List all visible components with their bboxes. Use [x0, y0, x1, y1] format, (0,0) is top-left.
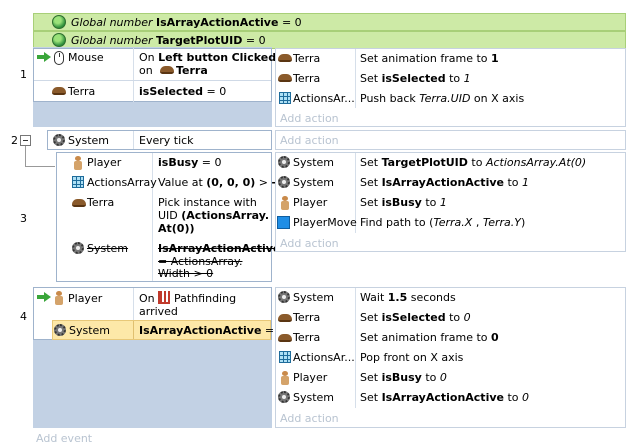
global-name: IsArrayActionActive — [156, 16, 279, 29]
terra-icon — [160, 66, 174, 74]
action-terra-set-frame-0[interactable]: Terra Set animation frame to 0 — [276, 328, 626, 348]
action-actionsarray-push-back[interactable]: ActionsAr... Push back Terra.UID on X ax… — [276, 89, 626, 109]
trigger-arrow-icon — [37, 292, 51, 302]
trigger-arrow-icon — [37, 52, 51, 62]
action-playermove-find-path[interactable]: PlayerMove Find path to (Terra.X , Terra… — [276, 213, 626, 233]
action-player-set-isbusy-1[interactable]: Player Set isBusy to 1 — [276, 193, 626, 213]
bluesquare-icon — [277, 216, 290, 229]
collapse-toggle-icon[interactable] — [20, 135, 31, 146]
player-icon — [55, 291, 63, 305]
gear-icon — [278, 156, 290, 168]
terra-icon — [278, 74, 292, 82]
gear-icon — [278, 291, 290, 303]
global-var-isarrayactionactive[interactable]: Global number IsArrayActionActive = 0 — [33, 13, 626, 31]
action-player-set-isbusy-0[interactable]: Player Set isBusy to 0 — [276, 368, 626, 388]
event-number: 3 — [20, 212, 27, 225]
global-prefix: Global number — [71, 34, 153, 47]
condition-player-on-pathfinding-arrived[interactable]: Player On Pathfinding arrived — [34, 288, 271, 320]
action-actionsarray-pop-front[interactable]: ActionsAr... Pop front on X axis — [276, 348, 626, 368]
condition-object: Terra — [68, 85, 96, 98]
grid-icon — [279, 92, 291, 104]
condition-system-every-tick[interactable]: System Every tick — [48, 131, 271, 149]
condition-object: Mouse — [68, 51, 104, 64]
action-system-set-targetplotuid[interactable]: System Set TargetPlotUID to ActionsArray… — [276, 153, 626, 173]
event-number: 2 — [11, 134, 18, 147]
add-action-link[interactable]: Add action — [280, 412, 339, 425]
gear-icon — [278, 176, 290, 188]
gear-icon — [54, 324, 66, 336]
terra-icon — [278, 54, 292, 62]
add-event-link[interactable]: Add event — [36, 432, 92, 443]
condition-system-isarrayactionactive[interactable]: System IsArrayActionActive = 1 — [52, 320, 285, 340]
player-icon — [281, 196, 289, 210]
globe-icon — [52, 15, 66, 29]
terra-icon — [72, 199, 86, 207]
action-terra-set-isselected-0[interactable]: Terra Set isSelected to 0 — [276, 308, 626, 328]
gear-icon — [278, 391, 290, 403]
add-action-link[interactable]: Add action — [280, 237, 339, 250]
grid-icon — [72, 176, 84, 188]
terra-icon — [278, 314, 292, 322]
condition-player-isbusy[interactable]: Player isBusy = 0 — [57, 153, 271, 173]
terra-icon — [52, 87, 66, 95]
terra-icon — [278, 334, 292, 342]
grid-icon — [279, 351, 291, 363]
player-icon — [74, 156, 82, 170]
globe-icon — [52, 33, 66, 47]
condition-mouse-clicked[interactable]: Mouse On Left button Clicked on Terra — [34, 49, 276, 80]
action-system-set-isarrayactionactive-0[interactable]: System Set IsArrayActionActive to 0 — [276, 388, 626, 408]
global-prefix: Global number — [71, 16, 153, 29]
action-system-set-isarrayactionactive-1[interactable]: System Set IsArrayActionActive to 1 — [276, 173, 626, 193]
global-name: TargetPlotUID — [156, 34, 243, 47]
path-icon — [158, 291, 170, 304]
gear-icon — [53, 134, 65, 146]
add-action-link[interactable]: Add action — [280, 112, 339, 125]
action-terra-set-isselected-1[interactable]: Terra Set isSelected to 1 — [276, 69, 626, 89]
condition-system-disabled[interactable]: System IsArrayActionActive = ActionsArra… — [57, 238, 280, 280]
gear-icon — [72, 242, 84, 254]
event-number: 1 — [20, 68, 27, 81]
action-system-wait[interactable]: System Wait 1.5 seconds — [276, 288, 626, 308]
mouse-icon — [54, 51, 64, 65]
event-number: 4 — [20, 310, 27, 323]
action-terra-set-frame-1[interactable]: Terra Set animation frame to 1 — [276, 49, 626, 69]
add-action-link[interactable]: Add action — [280, 134, 339, 147]
player-icon — [281, 371, 289, 385]
condition-actionsarray-value[interactable]: ActionsArray Value at (0, 0, 0) > -1 — [57, 173, 284, 193]
global-value: = 0 — [281, 16, 302, 29]
condition-terra-pick-instance[interactable]: Terra Pick instance with UID (ActionsArr… — [57, 193, 271, 237]
condition-terra-isselected[interactable]: Terra isSelected = 0 — [34, 81, 271, 101]
global-value: = 0 — [245, 34, 266, 47]
